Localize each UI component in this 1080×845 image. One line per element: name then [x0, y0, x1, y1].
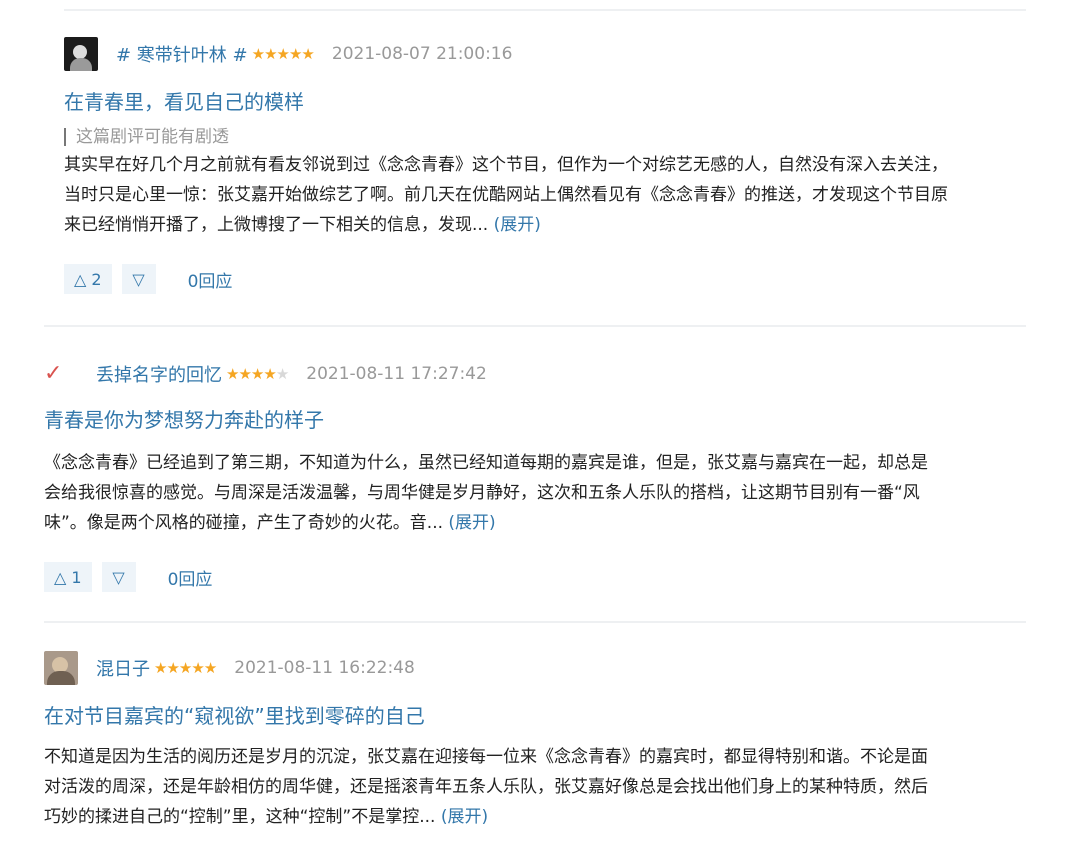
star-icon: ★ — [251, 45, 265, 63]
star-icon: ★ — [154, 659, 167, 677]
review-title[interactable]: 在对节目嘉宾的“窥视欲”里找到零碎的自己 — [44, 700, 425, 729]
review-actions: △ 2 ▽ 0回应 — [64, 264, 232, 294]
expand-link[interactable]: (展开) — [494, 215, 541, 235]
body-line: 对活泼的周深，还是年龄相仿的周华健，还是摇滚青年五条人乐队，张艾嘉好像总是会找出… — [44, 777, 928, 797]
star-icon: ★ — [288, 45, 302, 63]
body-line: 来已经悄悄开播了，上微博搜了一下相关的信息，发现... (展开) — [64, 210, 948, 240]
review-time: 2021-08-11 17:27:42 — [306, 364, 487, 384]
review-title[interactable]: 青春是你为梦想努力奔赴的样子 — [44, 404, 324, 433]
review-header: # 寒带针叶林 # ★★★★★ 2021-08-07 21:00:16 — [64, 36, 512, 72]
star-icon: ★ — [276, 45, 290, 63]
divider — [44, 325, 1026, 327]
review-actions: △ 1 ▽ 0回应 — [44, 562, 212, 592]
rating-stars: ★★★★★ — [251, 45, 315, 63]
review-body: 《念念青春》已经追到了第三期，不知道为什么，虽然已经知道每期的嘉宾是谁，但是，张… — [44, 448, 928, 538]
avatar[interactable]: ✓ — [44, 357, 78, 391]
reply-link[interactable]: 0回应 — [188, 267, 233, 292]
star-icon: ★ — [178, 659, 192, 677]
star-icon: ★ — [238, 365, 251, 383]
rating-stars: ★★★★★ — [226, 365, 289, 383]
useless-button[interactable]: ▽ — [101, 562, 136, 592]
divider — [44, 621, 1026, 623]
avatar[interactable] — [44, 651, 78, 685]
body-line-text: 来已经悄悄开播了，上微博搜了一下相关的信息，发现... — [64, 215, 494, 235]
body-line: 味”。像是两个风格的碰撞，产生了奇妙的火花。音... (展开) — [44, 508, 928, 538]
author-name[interactable]: 混日子 — [96, 655, 150, 681]
useful-button[interactable]: △ 1 — [44, 562, 92, 592]
body-line-text: 巧妙的揉进自己的“控制”里，这种“控制”不是掌控... — [44, 807, 441, 827]
author-name[interactable]: 丢掉名字的回忆 — [96, 361, 222, 387]
star-empty-icon: ★ — [275, 365, 289, 383]
review-title[interactable]: 在青春里，看见自己的模样 — [64, 86, 304, 115]
rating-stars: ★★★★★ — [154, 659, 217, 677]
star-icon: ★ — [264, 45, 277, 63]
star-icon: ★ — [203, 659, 217, 677]
expand-link[interactable]: (展开) — [441, 807, 488, 827]
body-line: 其实早在好几个月之前就有看友邻说到过《念念青春》这个节目，但作为一个对综艺无感的… — [64, 155, 948, 175]
reply-link[interactable]: 0回应 — [168, 565, 213, 590]
review-header: 混日子 ★★★★★ 2021-08-11 16:22:48 — [44, 650, 415, 686]
star-icon: ★ — [301, 45, 314, 63]
star-icon: ★ — [250, 365, 264, 383]
body-line: 会给我很惊喜的感觉。与周深是活泼温馨，与周华健是岁月静好，这次和五条人乐队的搭档… — [44, 483, 920, 503]
expand-link[interactable]: (展开) — [448, 513, 495, 533]
useless-button[interactable]: ▽ — [121, 264, 156, 294]
body-line: 不知道是因为生活的阅历还是岁月的沉淀，张艾嘉在迎接每一位来《念念青春》的嘉宾时，… — [44, 747, 928, 767]
spoiler-notice: 这篇剧评可能有剧透 — [64, 128, 229, 146]
review-time: 2021-08-07 21:00:16 — [331, 44, 513, 64]
body-line: 《念念青春》已经追到了第三期，不知道为什么，虽然已经知道每期的嘉宾是谁，但是，张… — [44, 453, 928, 473]
review-body: 不知道是因为生活的阅历还是岁月的沉淀，张艾嘉在迎接每一位来《念念青春》的嘉宾时，… — [44, 742, 928, 832]
avatar[interactable] — [64, 37, 98, 71]
useful-button[interactable]: △ 2 — [64, 264, 112, 294]
review-body: 其实早在好几个月之前就有看友邻说到过《念念青春》这个节目，但作为一个对综艺无感的… — [64, 150, 948, 240]
body-line-text: 味”。像是两个风格的碰撞，产生了奇妙的火花。音... — [44, 513, 449, 533]
star-icon: ★ — [191, 659, 204, 677]
review-header: ✓ 丢掉名字的回忆 ★★★★★ 2021-08-11 17:27:42 — [44, 356, 487, 392]
review-time: 2021-08-11 16:22:48 — [234, 658, 415, 678]
divider — [64, 9, 1026, 11]
check-icon: ✓ — [44, 361, 63, 386]
body-line: 当时只是心里一惊：张艾嘉开始做综艺了啊。前几天在优酷网站上偶然看见有《念念青春》… — [64, 185, 948, 205]
star-icon: ★ — [226, 365, 239, 383]
author-name[interactable]: # 寒带针叶林 # — [116, 41, 248, 67]
star-icon: ★ — [166, 659, 179, 677]
star-icon: ★ — [263, 365, 276, 383]
body-line: 巧妙的揉进自己的“控制”里，这种“控制”不是掌控... (展开) — [44, 802, 928, 832]
